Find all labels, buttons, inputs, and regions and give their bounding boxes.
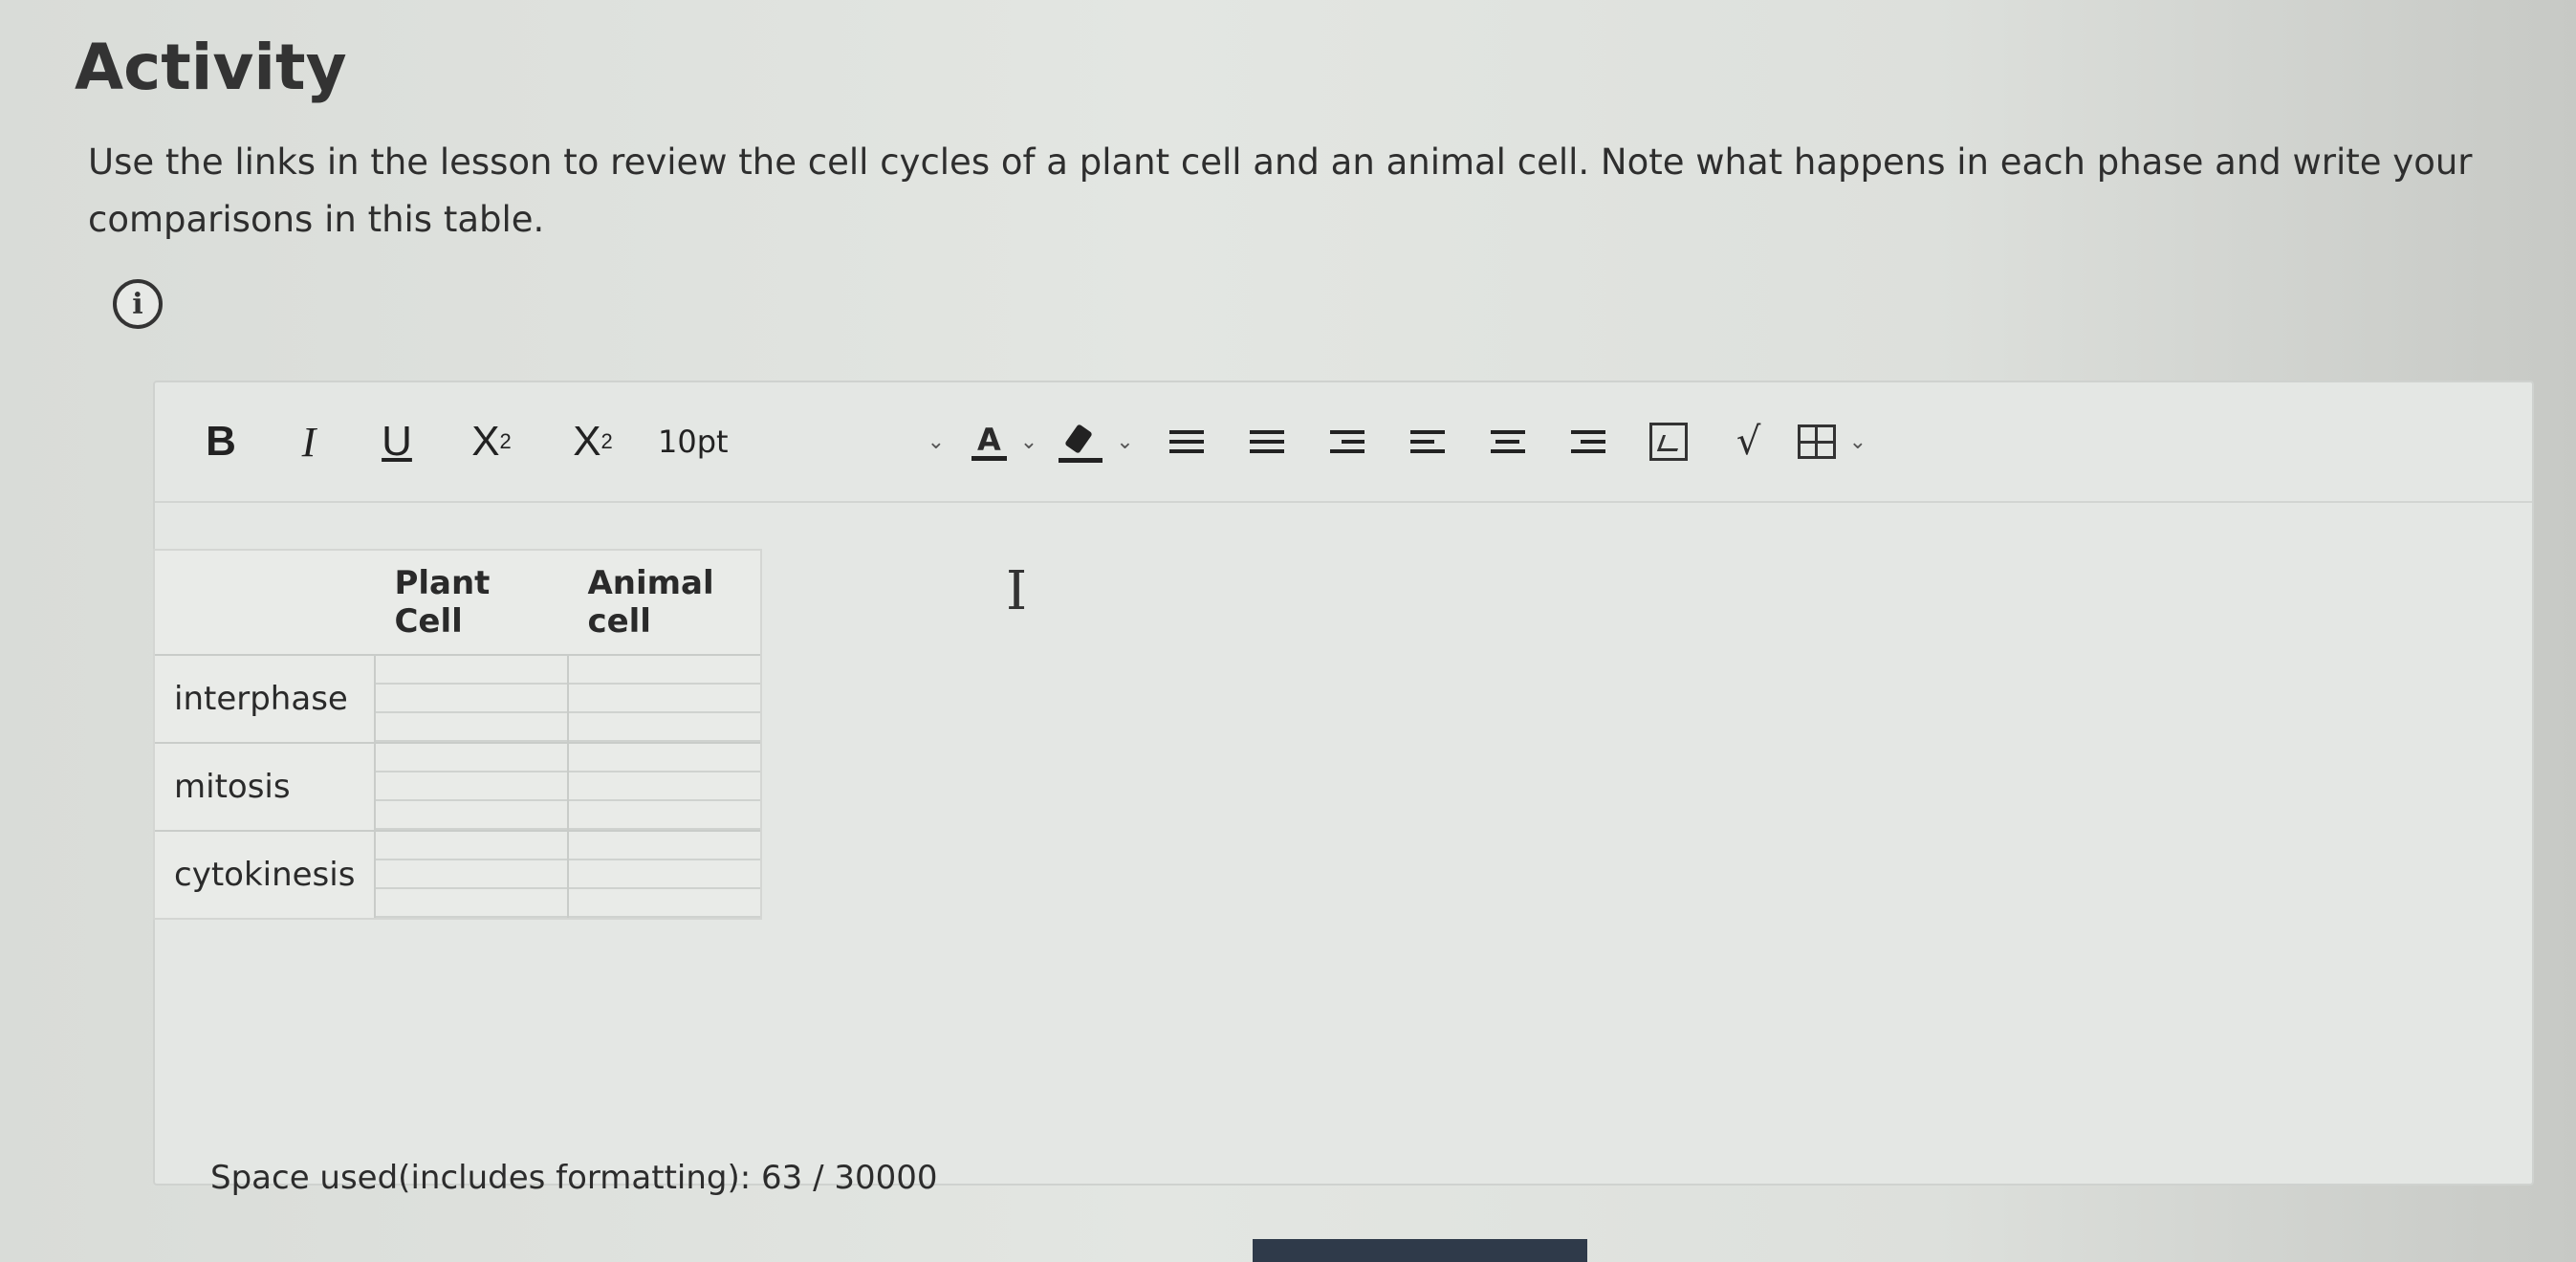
bullet-list-button[interactable] xyxy=(1155,408,1218,475)
font-color-icon: A xyxy=(971,424,1007,461)
space-used-counter: Space used(includes formatting): 63 / 30… xyxy=(210,1159,938,1197)
table-cell-input[interactable] xyxy=(567,830,761,918)
bold-button[interactable]: B xyxy=(184,408,258,475)
table-header-plant: Plant Cell xyxy=(394,564,491,641)
subscript-base: X xyxy=(573,418,601,465)
insert-image-button[interactable] xyxy=(1637,408,1700,475)
table-header-animal: Animal cell xyxy=(587,564,714,641)
square-root-icon: √ xyxy=(1736,420,1761,464)
editor-toolbar: B I U X2 X2 10pt ⌄ A ⌄ ⌄ √ ⌄ xyxy=(155,382,2532,503)
subscript-button[interactable]: X2 xyxy=(549,408,637,475)
row-label: mitosis xyxy=(155,742,376,831)
rich-text-editor[interactable]: B I U X2 X2 10pt ⌄ A ⌄ ⌄ √ ⌄ Plant Cell … xyxy=(153,381,2534,1186)
submit-button[interactable] xyxy=(1253,1239,1587,1262)
table-row: cytokinesis xyxy=(155,830,761,918)
image-icon xyxy=(1648,423,1688,461)
table-header-row: Plant Cell Animal cell xyxy=(155,551,760,655)
indent-icon xyxy=(1329,424,1364,459)
text-cursor-icon: I xyxy=(1006,560,1028,622)
align-left-button[interactable] xyxy=(1396,408,1459,475)
table-cell-input[interactable] xyxy=(567,742,761,831)
font-size-select[interactable]: 10pt ⌄ xyxy=(650,411,952,472)
italic-button[interactable]: I xyxy=(272,408,346,475)
align-left-icon xyxy=(1409,424,1445,459)
row-label: interphase xyxy=(155,654,376,743)
align-center-button[interactable] xyxy=(1476,408,1539,475)
bullet-list-icon xyxy=(1168,424,1204,459)
insert-table-button[interactable]: ⌄ xyxy=(1797,424,1867,459)
editor-content[interactable]: Plant Cell Animal cell interphase mitosi… xyxy=(155,503,2532,1107)
chevron-down-icon: ⌄ xyxy=(1848,429,1867,454)
equation-button[interactable]: √ xyxy=(1717,408,1780,475)
table-cell-input[interactable] xyxy=(374,742,569,831)
table-cell-input[interactable] xyxy=(374,654,569,743)
numbered-list-button[interactable] xyxy=(1235,408,1299,475)
numbered-list-icon xyxy=(1249,424,1284,459)
chevron-down-icon: ⌄ xyxy=(1019,429,1038,454)
table-cell-input[interactable] xyxy=(567,654,761,743)
table-icon xyxy=(1797,424,1836,459)
superscript-button[interactable]: X2 xyxy=(448,408,535,475)
table-row: interphase xyxy=(155,654,761,743)
align-right-button[interactable] xyxy=(1557,408,1620,475)
chevron-down-icon: ⌄ xyxy=(1116,429,1134,454)
table-cell-input[interactable] xyxy=(374,830,569,918)
info-icon[interactable]: i xyxy=(113,279,163,329)
subscript-mark: 2 xyxy=(600,429,613,453)
underline-button[interactable]: U xyxy=(360,408,434,475)
table-header-cell xyxy=(155,551,375,655)
activity-title: Activity xyxy=(75,31,347,104)
row-label: cytokinesis xyxy=(155,830,376,918)
superscript-base: X xyxy=(471,418,500,465)
highlight-color-button[interactable]: ⌄ xyxy=(1059,424,1134,463)
highlighter-icon xyxy=(1059,424,1103,463)
align-center-icon xyxy=(1490,424,1525,459)
font-color-button[interactable]: A ⌄ xyxy=(971,424,1037,461)
chevron-down-icon: ⌄ xyxy=(927,429,945,454)
activity-instructions: Use the links in the lesson to review th… xyxy=(88,141,2473,240)
indent-button[interactable] xyxy=(1316,408,1379,475)
superscript-mark: 2 xyxy=(499,429,512,453)
comparison-table[interactable]: Plant Cell Animal cell interphase mitosi… xyxy=(155,551,761,918)
table-row: mitosis xyxy=(155,742,761,831)
font-size-value: 10pt xyxy=(658,424,729,460)
align-right-icon xyxy=(1570,424,1605,459)
